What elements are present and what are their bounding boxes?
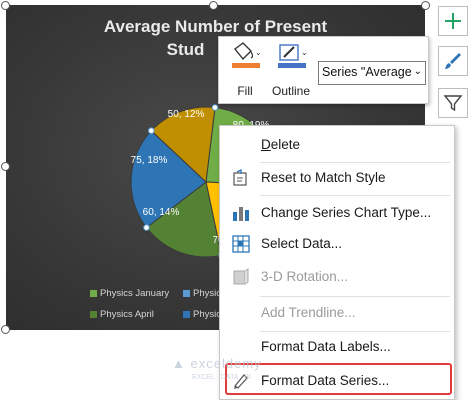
resize-handle-top[interactable] bbox=[209, 1, 218, 10]
legend-swatch bbox=[183, 310, 190, 318]
pie-data-label[interactable]: 60, 14% bbox=[143, 207, 180, 218]
filter-icon bbox=[443, 95, 463, 112]
resize-handle-bottom-left[interactable] bbox=[1, 325, 10, 334]
chart-elements-button[interactable] bbox=[438, 6, 468, 36]
menu-label: Format Data Labels... bbox=[261, 339, 391, 354]
reset-style-icon bbox=[233, 169, 247, 186]
legend-swatch bbox=[183, 289, 190, 297]
menu-label: 3-D Rotation... bbox=[261, 269, 349, 284]
3d-rotation-icon bbox=[233, 268, 249, 285]
select-data-icon bbox=[232, 235, 250, 253]
resize-handle-left[interactable] bbox=[1, 162, 10, 171]
menu-label: Change Series Chart Type... bbox=[261, 205, 432, 220]
resize-handle-top-left[interactable] bbox=[1, 1, 10, 10]
pie-data-label[interactable]: 75, 18% bbox=[131, 155, 168, 166]
pen-icon: ⌄ bbox=[278, 44, 308, 68]
legend-swatch bbox=[90, 289, 97, 297]
legend-label: Physics April bbox=[100, 309, 154, 320]
plus-icon bbox=[445, 13, 461, 29]
menu-item-add-trendline[interactable]: Add Trendline... bbox=[220, 298, 454, 328]
menu-item-change-series-chart-type[interactable]: Change Series Chart Type... bbox=[220, 198, 454, 228]
menu-item-delete[interactable]: Delete bbox=[220, 130, 454, 160]
pie-data-label[interactable]: 50, 12% bbox=[168, 109, 205, 120]
highlight-box bbox=[225, 363, 452, 395]
menu-label: Add Trendline... bbox=[261, 305, 356, 320]
watermark-icon: ▲ bbox=[172, 356, 186, 371]
fill-label: Fill bbox=[237, 84, 253, 98]
menu-separator bbox=[260, 195, 450, 196]
svg-text:⌄: ⌄ bbox=[255, 48, 262, 57]
legend-item-physics-january[interactable]: Physics January bbox=[90, 288, 169, 299]
fill-button[interactable]: ⌄ Fill bbox=[223, 41, 267, 101]
menu-label: Select Data... bbox=[261, 236, 343, 251]
menu-item-select-data[interactable]: Select Data... bbox=[220, 229, 454, 259]
chart-type-icon bbox=[233, 207, 249, 221]
menu-label: Reset to Match Style bbox=[261, 170, 386, 185]
slice-selection-handle[interactable] bbox=[143, 224, 150, 231]
chart-styles-button[interactable] bbox=[438, 46, 468, 76]
series-selector-dropdown[interactable]: Series "Average ⌄ bbox=[318, 61, 426, 85]
brush-icon bbox=[445, 53, 461, 69]
paint-bucket-icon: ⌄ bbox=[232, 42, 262, 68]
menu-item-reset-to-match-style[interactable]: Reset to Match Style bbox=[220, 163, 454, 193]
resize-handle-top-right[interactable] bbox=[421, 1, 430, 10]
watermark-subtext: EXCEL · DATA · BI bbox=[192, 374, 251, 381]
outline-button[interactable]: ⌄ Outline bbox=[269, 41, 313, 101]
series-selector-value: Series "Average bbox=[322, 65, 412, 79]
mini-toolbar: ⌄ Fill ⌄ Outline Series "Average ⌄ bbox=[218, 36, 429, 104]
legend-swatch bbox=[90, 310, 97, 318]
chevron-down-icon: ⌄ bbox=[413, 66, 422, 77]
legend-item-physics-april[interactable]: Physics April bbox=[90, 309, 154, 320]
menu-label: Delete bbox=[261, 137, 301, 152]
menu-separator bbox=[260, 296, 450, 297]
menu-item-format-data-labels[interactable]: Format Data Labels... bbox=[220, 332, 454, 362]
chart-filters-button[interactable] bbox=[438, 88, 468, 118]
slice-selection-handle[interactable] bbox=[148, 127, 155, 134]
menu-item-3d-rotation[interactable]: 3-D Rotation... bbox=[220, 262, 454, 292]
context-menu: Delete Reset to Match Style Change Serie… bbox=[219, 125, 455, 400]
slice-selection-handle[interactable] bbox=[211, 104, 219, 111]
svg-text:⌄: ⌄ bbox=[301, 48, 308, 57]
outline-label: Outline bbox=[271, 84, 311, 98]
legend-label: Physics January bbox=[100, 288, 170, 299]
